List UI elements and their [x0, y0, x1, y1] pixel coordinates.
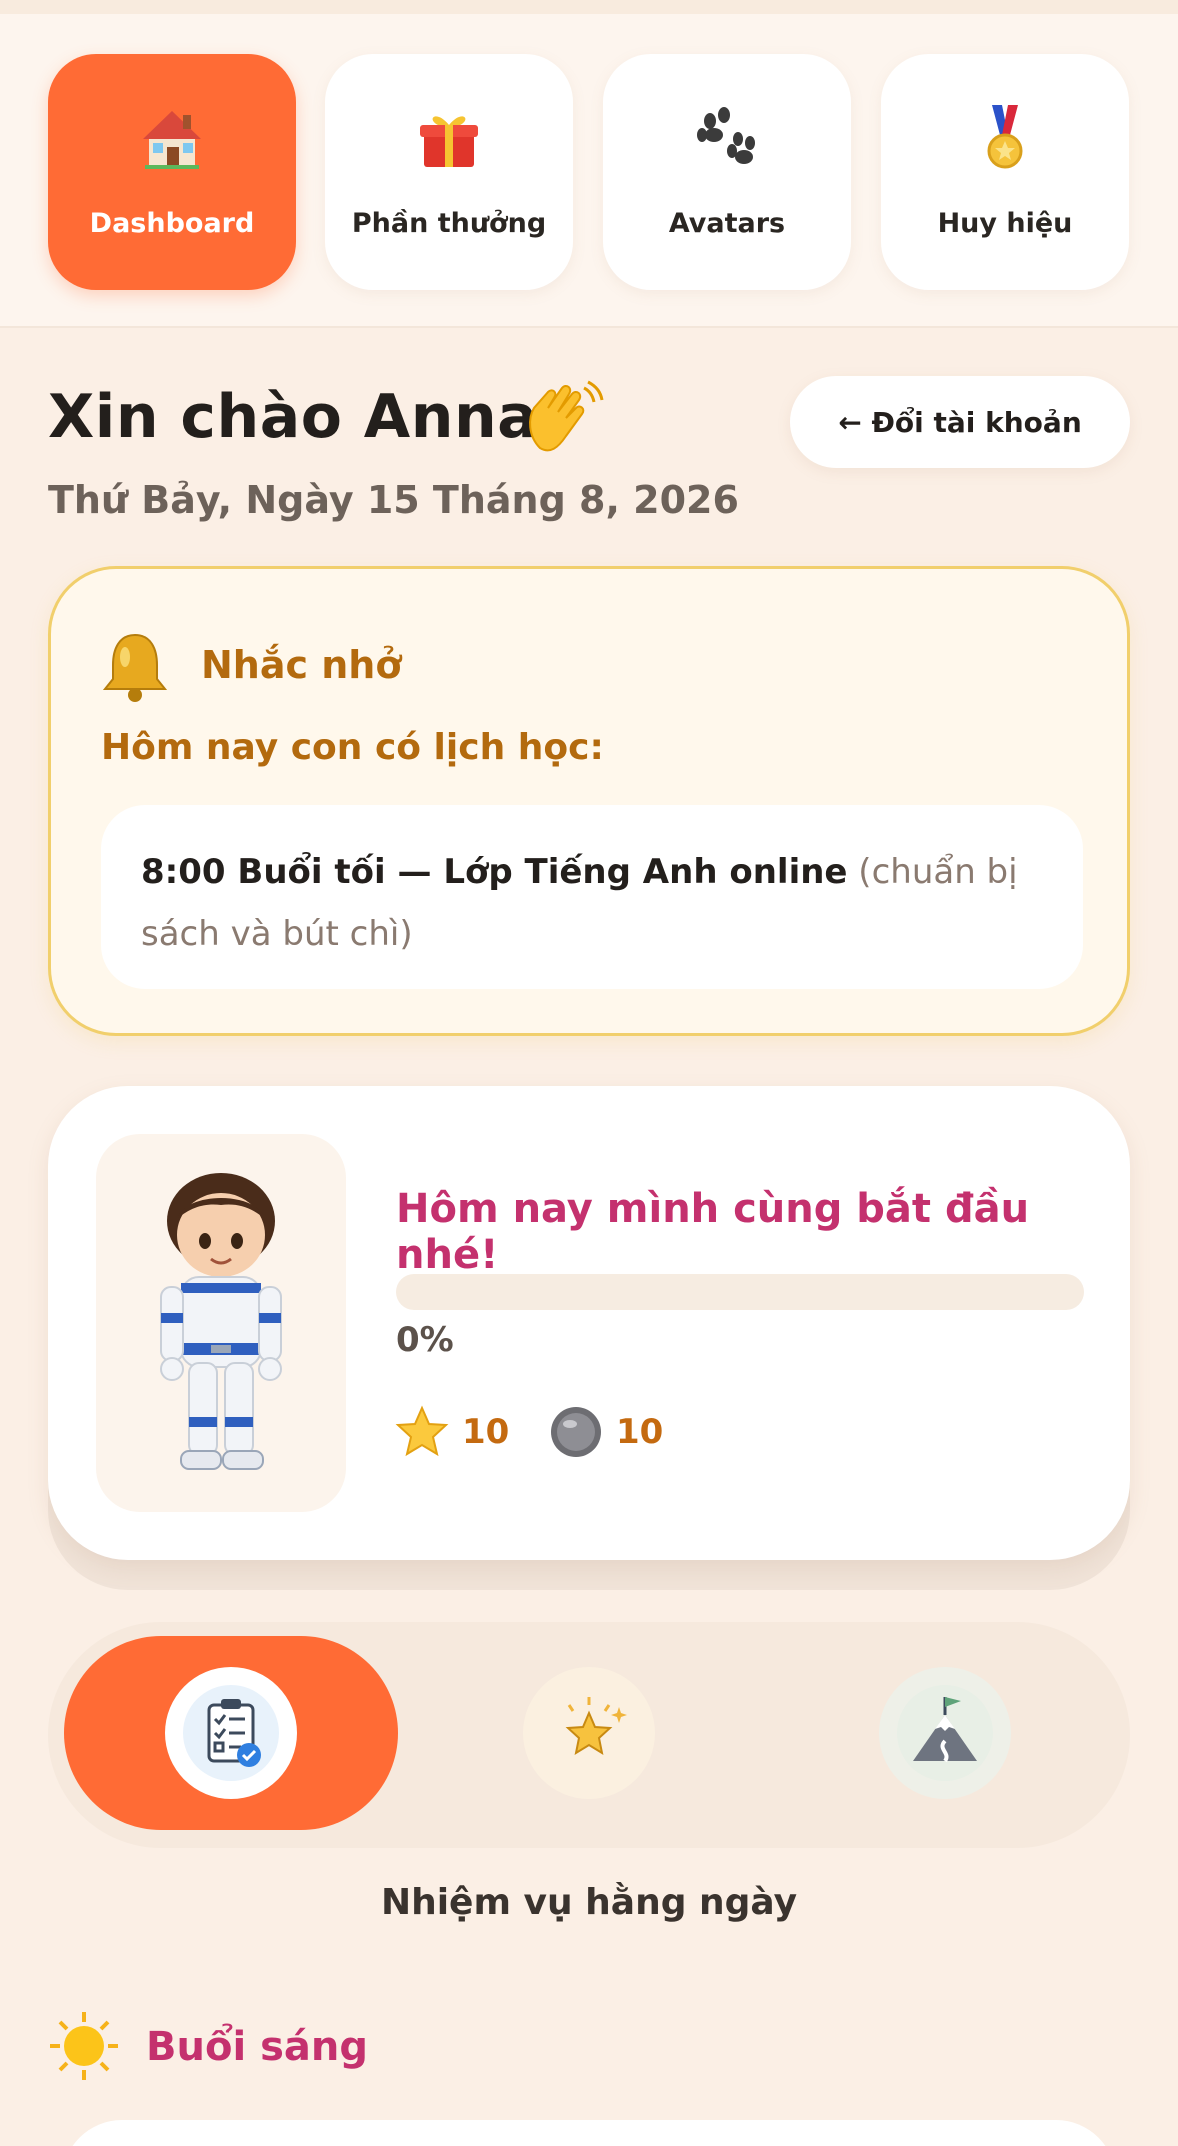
date-label: Thứ Bảy, Ngày 15 Tháng 8, 2026: [48, 478, 739, 522]
coins-counter: 10: [548, 1404, 663, 1460]
gift-icon: [413, 102, 485, 174]
star-sparkle-icon: [541, 1685, 637, 1781]
mode-challenges-button[interactable]: [879, 1667, 1011, 1799]
checklist-icon: [183, 1685, 279, 1781]
avatar[interactable]: [96, 1134, 346, 1512]
reminder-item-main: 8:00 Buổi tối — Lớp Tiếng Anh online: [141, 852, 848, 892]
morning-task-card[interactable]: [62, 2120, 1116, 2146]
tab-dashboard[interactable]: Dashboard: [48, 54, 296, 290]
profile-title: Hôm nay mình cùng bắt đầu nhé!: [396, 1186, 1030, 1278]
tab-avatars[interactable]: Avatars: [603, 54, 851, 290]
tab-badges[interactable]: Huy hiệu: [881, 54, 1129, 290]
house-icon: [136, 102, 208, 174]
mountain-flag-icon: [897, 1685, 993, 1781]
paw-icon: [691, 102, 763, 174]
reminder-card: Nhắc nhở Hôm nay con có lịch học: 8:00 B…: [48, 566, 1130, 1036]
tab-rewards[interactable]: Phần thưởng: [325, 54, 573, 290]
sun-icon: [48, 2010, 120, 2082]
stars-count: 10: [462, 1412, 510, 1452]
stars-counter: 10: [394, 1404, 509, 1460]
tab-dashboard-label: Dashboard: [89, 208, 255, 239]
tab-badges-label: Huy hiệu: [937, 208, 1073, 239]
top-navigation: Dashboard Phần thưởng Avatars Huy hiệu: [0, 0, 1178, 328]
reminder-title: Nhắc nhở: [201, 643, 402, 687]
reminder-subtitle: Hôm nay con có lịch học:: [101, 727, 604, 768]
astronaut-avatar-illustration: [160, 1173, 282, 1470]
greeting-title: Xin chào Anna: [48, 382, 539, 452]
switch-account-button[interactable]: ← Đổi tài khoản: [790, 376, 1130, 468]
reminder-item: 8:00 Buổi tối — Lớp Tiếng Anh online (ch…: [101, 805, 1083, 989]
mode-stars-button[interactable]: [523, 1667, 655, 1799]
progress-bar: [396, 1274, 1084, 1310]
progress-label: 0%: [396, 1320, 454, 1360]
profile-card: Hôm nay mình cùng bắt đầu nhé! 0% 10 10: [48, 1086, 1130, 1560]
star-icon: [395, 1405, 449, 1457]
section-title-morning: Buổi sáng: [146, 2024, 368, 2070]
tab-rewards-label: Phần thưởng: [351, 208, 547, 239]
mode-daily-tasks-button[interactable]: [165, 1667, 297, 1799]
mode-active-label: Nhiệm vụ hằng ngày: [380, 1882, 798, 1923]
coin-icon: [551, 1407, 601, 1457]
tab-avatars-label: Avatars: [668, 208, 786, 239]
medal-icon: [969, 102, 1041, 174]
waving-hand-icon: [518, 378, 604, 464]
bell-icon: [95, 627, 175, 707]
coins-count: 10: [616, 1412, 664, 1452]
